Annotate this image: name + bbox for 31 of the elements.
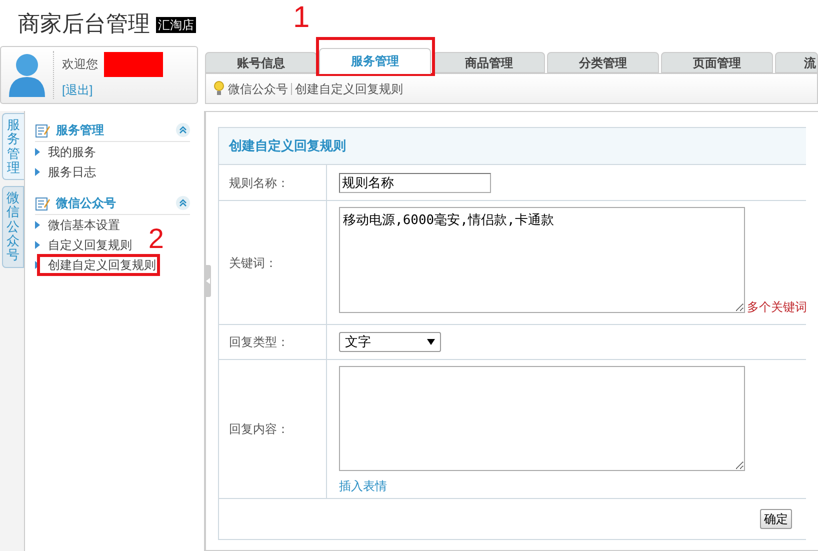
group-title[interactable]: 微信公众号 [56,194,176,212]
greeting-text: 欢迎您 [62,56,98,73]
dropdown[interactable]: 文字 [339,332,441,352]
callout-number: 2 [148,224,164,254]
callout-number: 1 [293,2,310,34]
form-title: 创建自定义回复规则 [229,137,346,156]
nav-tab[interactable]: 商品管理 [433,52,545,73]
input-field[interactable]: 规则名称 [339,172,491,192]
sidebar-link[interactable]: 服务日志 [48,163,96,181]
confirm-button[interactable]: 确定 [760,509,792,529]
hint-text: 多个关键词 [747,299,807,316]
nav-tab[interactable]: 账号信息 [205,52,317,73]
page-title: 商家后台管理 [18,10,150,38]
nav-tab[interactable]: 流 [775,52,818,73]
sidebar-link[interactable]: 微信基本设置 [48,216,120,234]
text-area[interactable]: 移动电源,6000毫安,情侣款,卡通款 [339,207,745,313]
field-label: 回复类型： [229,334,289,351]
group-title[interactable]: 服务管理 [56,121,176,139]
nav-tab[interactable]: 分类管理 [547,52,659,73]
insert-emoji-link[interactable]: 插入表情 [339,477,387,495]
sidebar-link[interactable]: 创建自定义回复规则 [48,258,156,272]
breadcrumb-item[interactable]: 微信公众号 [228,80,288,98]
nav-tab[interactable]: 服务管理 [319,48,431,74]
nav-tab[interactable]: 页面管理 [661,52,773,73]
breadcrumb-item[interactable]: 创建自定义回复规则 [295,80,403,98]
shop-badge: 汇淘店 [156,17,196,33]
field-label: 关键词： [229,254,277,272]
field-label: 回复内容： [229,421,289,438]
field-label: 规则名称： [229,174,289,192]
sidebar-link[interactable]: 我的服务 [48,143,96,161]
sidebar-link[interactable]: 自定义回复规则 [48,236,132,254]
